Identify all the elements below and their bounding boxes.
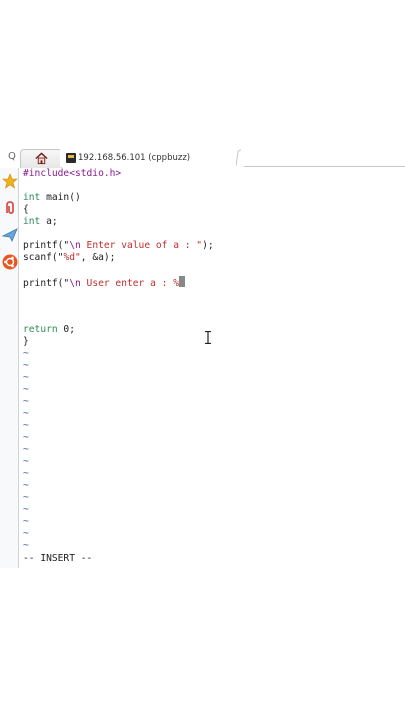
- empty-line-marker: ~: [23, 348, 29, 359]
- vim-mode-indicator: -- INSERT --: [23, 553, 93, 564]
- code-line: scanf("%d", &a);: [23, 252, 116, 263]
- empty-line-marker: ~: [23, 516, 29, 527]
- code-line: int a;: [23, 216, 58, 227]
- home-tab[interactable]: [20, 149, 62, 168]
- code-line: printf("\n User enter a : %: [23, 276, 403, 289]
- empty-line-marker: ~: [23, 492, 29, 503]
- tab-scroll-left[interactable]: Q: [8, 151, 18, 165]
- empty-line-marker: ~: [23, 372, 29, 383]
- home-icon: [35, 152, 48, 165]
- empty-line-marker: ~: [23, 408, 29, 419]
- code-line: return 0;: [23, 324, 75, 335]
- code-line: int main(): [23, 192, 81, 203]
- code-line: #include<stdio.h>: [23, 168, 122, 179]
- text-cursor: [178, 276, 185, 287]
- code-line: printf("\n Enter value of a : ");: [23, 240, 214, 251]
- empty-line-marker: ~: [23, 384, 29, 395]
- mouse-ibeam-cursor-icon: [205, 331, 211, 344]
- send-icon[interactable]: [2, 227, 18, 243]
- empty-line-marker: ~: [23, 360, 29, 371]
- empty-line-marker: ~: [23, 432, 29, 443]
- sidebar: [0, 168, 19, 568]
- code-line: {: [23, 204, 29, 215]
- empty-line-marker: ~: [23, 468, 29, 479]
- code-line: }: [23, 336, 29, 347]
- empty-line-marker: ~: [23, 420, 29, 431]
- terminal-icon: [66, 153, 76, 163]
- paperclip-icon[interactable]: [2, 200, 18, 216]
- empty-line-marker: ~: [23, 396, 29, 407]
- empty-line-marker: ~: [23, 528, 29, 539]
- empty-line-marker: ~: [23, 480, 29, 491]
- empty-line-marker: ~: [23, 504, 29, 515]
- empty-line-marker: ~: [23, 444, 29, 455]
- tab-title: 192.168.56.101 (cppbuzz): [78, 153, 191, 163]
- empty-line-marker: ~: [23, 456, 29, 467]
- ubuntu-icon[interactable]: [2, 254, 18, 270]
- tab-divider: [236, 149, 405, 167]
- vim-editor[interactable]: #include<stdio.h> int main() { int a; pr…: [23, 168, 403, 568]
- empty-line-marker: ~: [23, 540, 29, 551]
- star-icon[interactable]: [2, 173, 18, 189]
